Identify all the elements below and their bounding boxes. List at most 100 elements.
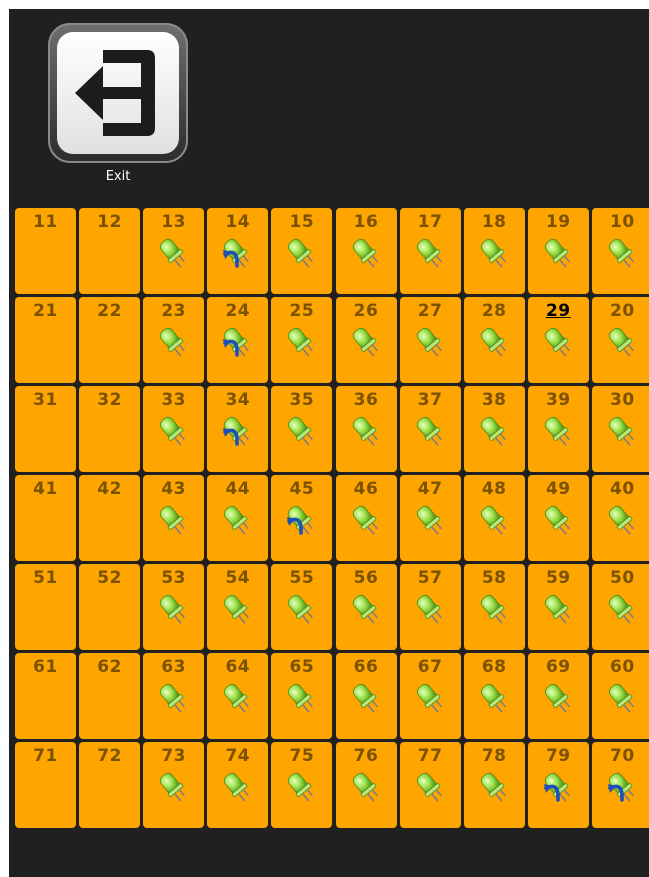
channel-cell[interactable]: 36 bbox=[335, 386, 397, 472]
channel-cell[interactable]: 11 bbox=[15, 208, 76, 294]
blue-arrow-icon bbox=[223, 428, 240, 446]
channel-cell[interactable]: 74 bbox=[207, 742, 269, 828]
app-window: Exit 11 12 13 14 15 16 17 18 19 10 21 22 23 24 25 26 27 2… bbox=[9, 9, 649, 877]
exit-button[interactable]: Exit bbox=[48, 23, 188, 193]
channel-cell[interactable]: 72 bbox=[79, 742, 141, 828]
channel-cell[interactable]: 75 bbox=[271, 742, 333, 828]
channel-cell[interactable]: 69 bbox=[527, 653, 589, 739]
led-icon bbox=[160, 238, 186, 268]
channel-cell[interactable]: 63 bbox=[143, 653, 205, 739]
led-icon bbox=[608, 594, 634, 624]
led-icon bbox=[352, 683, 378, 713]
channel-number: 72 bbox=[97, 746, 122, 766]
channel-cell[interactable]: 13 bbox=[143, 208, 205, 294]
channel-cell[interactable]: 55 bbox=[271, 564, 333, 650]
channel-cell[interactable]: 37 bbox=[399, 386, 461, 472]
channel-number: 48 bbox=[481, 479, 507, 499]
channel-number: 68 bbox=[481, 657, 507, 677]
channel-cell[interactable]: 78 bbox=[463, 742, 525, 828]
channel-cell[interactable]: 33 bbox=[143, 386, 205, 472]
channel-cell[interactable]: 52 bbox=[79, 564, 141, 650]
channel-number: 62 bbox=[97, 657, 122, 677]
channel-number: 23 bbox=[161, 301, 187, 321]
channel-cell[interactable]: 38 bbox=[463, 386, 525, 472]
channel-cell[interactable]: 73 bbox=[143, 742, 205, 828]
channel-cell[interactable]: 25 bbox=[271, 297, 333, 383]
channel-cell[interactable]: 76 bbox=[335, 742, 397, 828]
channel-cell[interactable]: 32 bbox=[79, 386, 141, 472]
channel-cell[interactable]: 21 bbox=[15, 297, 76, 383]
exit-tile[interactable] bbox=[48, 23, 188, 163]
channel-cell[interactable]: 40 bbox=[591, 475, 649, 561]
led-icon bbox=[160, 327, 186, 357]
channel-cell[interactable]: 30 bbox=[591, 386, 649, 472]
channel-cell[interactable]: 45 bbox=[271, 475, 333, 561]
channel-number: 42 bbox=[97, 479, 122, 499]
channel-cell[interactable]: 58 bbox=[463, 564, 525, 650]
channel-cell[interactable]: 42 bbox=[79, 475, 141, 561]
channel-cell[interactable]: 12 bbox=[79, 208, 141, 294]
channel-number: 53 bbox=[161, 568, 187, 588]
led-icon bbox=[160, 416, 186, 446]
channel-cell[interactable]: 44 bbox=[207, 475, 269, 561]
channel-cell[interactable]: 60 bbox=[591, 653, 649, 739]
led-icon bbox=[288, 683, 314, 713]
channel-cell[interactable]: 18 bbox=[463, 208, 525, 294]
blue-arrow-icon bbox=[287, 517, 304, 535]
led-icon bbox=[160, 772, 186, 802]
channel-cell[interactable]: 22 bbox=[79, 297, 141, 383]
channel-cell[interactable]: 67 bbox=[399, 653, 461, 739]
channel-cell[interactable]: 62 bbox=[79, 653, 141, 739]
channel-cell[interactable]: 71 bbox=[15, 742, 76, 828]
channel-cell[interactable]: 68 bbox=[463, 653, 525, 739]
channel-number: 44 bbox=[225, 479, 251, 499]
led-icon bbox=[416, 683, 442, 713]
channel-cell[interactable]: 57 bbox=[399, 564, 461, 650]
channel-cell[interactable]: 59 bbox=[527, 564, 589, 650]
channel-cell[interactable]: 77 bbox=[399, 742, 461, 828]
channel-cell[interactable]: 39 bbox=[527, 386, 589, 472]
channel-cell[interactable]: 35 bbox=[271, 386, 333, 472]
channel-cell[interactable]: 29 bbox=[527, 297, 589, 383]
channel-cell[interactable]: 41 bbox=[15, 475, 76, 561]
channel-cell[interactable]: 24 bbox=[207, 297, 269, 383]
channel-cell[interactable]: 26 bbox=[335, 297, 397, 383]
channel-cell[interactable]: 49 bbox=[527, 475, 589, 561]
channel-cell[interactable]: 34 bbox=[207, 386, 269, 472]
channel-cell[interactable]: 61 bbox=[15, 653, 76, 739]
channel-cell[interactable]: 16 bbox=[335, 208, 397, 294]
channel-cell[interactable]: 54 bbox=[207, 564, 269, 650]
channel-cell[interactable]: 14 bbox=[207, 208, 269, 294]
channel-cell[interactable]: 15 bbox=[271, 208, 333, 294]
channel-cell[interactable]: 27 bbox=[399, 297, 461, 383]
led-icon bbox=[544, 505, 570, 535]
channel-cell[interactable]: 23 bbox=[143, 297, 205, 383]
channel-cell[interactable]: 10 bbox=[591, 208, 649, 294]
channel-number: 43 bbox=[161, 479, 187, 499]
channel-cell[interactable]: 19 bbox=[527, 208, 589, 294]
channel-cell[interactable]: 56 bbox=[335, 564, 397, 650]
blue-arrow-icon bbox=[223, 339, 240, 357]
channel-cell[interactable]: 51 bbox=[15, 564, 76, 650]
channel-cell[interactable]: 53 bbox=[143, 564, 205, 650]
channel-cell[interactable]: 17 bbox=[399, 208, 461, 294]
channel-cell[interactable]: 64 bbox=[207, 653, 269, 739]
channel-cell[interactable]: 46 bbox=[335, 475, 397, 561]
channel-cell[interactable]: 48 bbox=[463, 475, 525, 561]
channel-number: 74 bbox=[225, 746, 251, 766]
channel-cell[interactable]: 66 bbox=[335, 653, 397, 739]
exit-tile-face[interactable] bbox=[57, 32, 179, 154]
channel-cell[interactable]: 79 bbox=[527, 742, 589, 828]
channel-cell[interactable]: 50 bbox=[591, 564, 649, 650]
channel-cell[interactable]: 47 bbox=[399, 475, 461, 561]
channel-cell[interactable]: 20 bbox=[591, 297, 649, 383]
led-icon bbox=[608, 683, 634, 713]
channel-cell[interactable]: 43 bbox=[143, 475, 205, 561]
channel-number: 32 bbox=[97, 390, 122, 410]
led-icon bbox=[544, 327, 570, 357]
led-icon bbox=[352, 594, 378, 624]
channel-cell[interactable]: 31 bbox=[15, 386, 76, 472]
channel-cell[interactable]: 28 bbox=[463, 297, 525, 383]
channel-cell[interactable]: 70 bbox=[591, 742, 649, 828]
channel-cell[interactable]: 65 bbox=[271, 653, 333, 739]
